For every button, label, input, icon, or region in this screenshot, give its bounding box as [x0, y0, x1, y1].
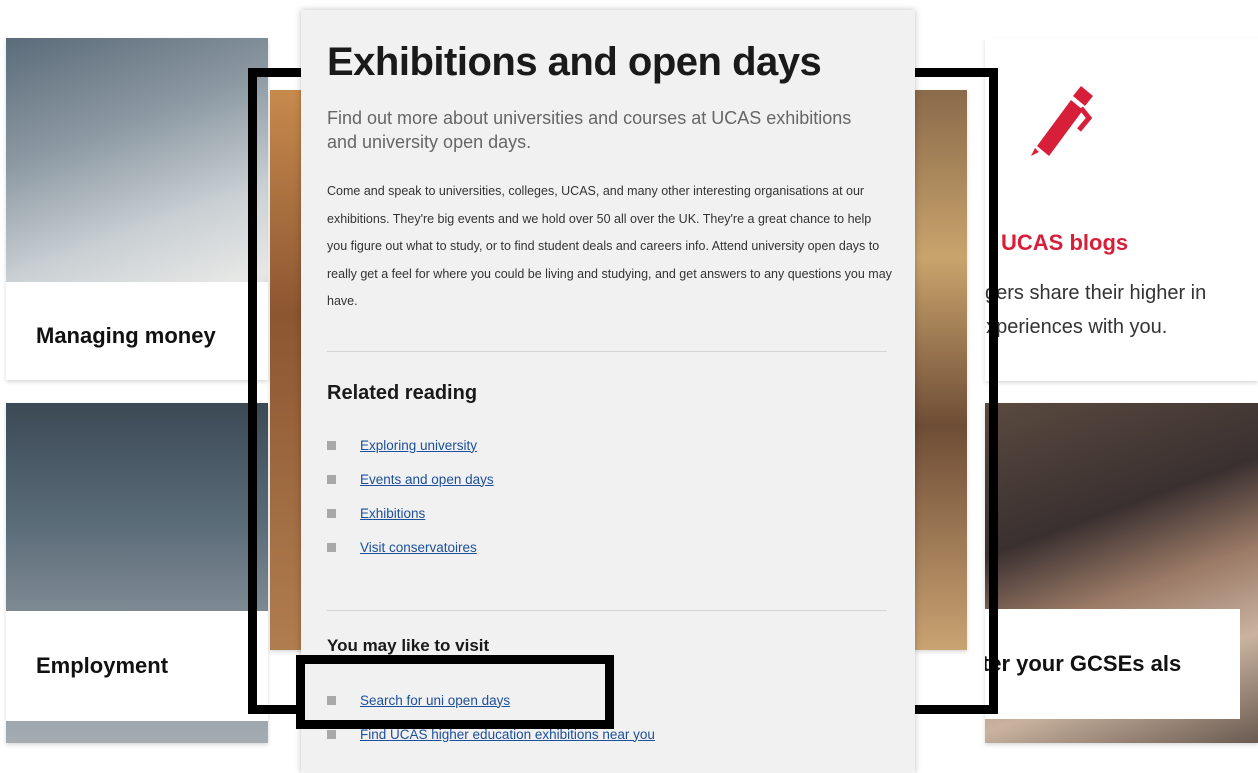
divider: [327, 351, 887, 352]
panel-title: Exhibitions and open days: [327, 40, 822, 84]
list-item: Find UCAS higher education exhibitions n…: [327, 717, 655, 751]
ucas-blogs-card[interactable]: UCAS blogs xgers share their higher in e…: [985, 38, 1258, 381]
square-bullet-icon: [327, 729, 336, 739]
visit-list: Search for uni open days Find UCAS highe…: [327, 683, 655, 751]
after-gcses-card[interactable]: :after your GCSEs als: [985, 403, 1258, 743]
employment-card[interactable]: Employment: [6, 403, 268, 743]
managing-money-label-box: Managing money: [6, 282, 268, 380]
link-exploring-university[interactable]: Exploring university: [360, 438, 477, 453]
square-bullet-icon: [327, 542, 336, 552]
ucas-blogs-title: UCAS blogs: [1001, 230, 1129, 255]
list-item: Events and open days: [327, 462, 494, 496]
link-visit-conservatoires[interactable]: Visit conservatoires: [360, 540, 477, 555]
managing-money-label: Managing money: [36, 323, 216, 348]
employment-label-box: Employment: [6, 611, 268, 721]
square-bullet-icon: [327, 474, 336, 484]
link-events-and-open-days[interactable]: Events and open days: [360, 472, 494, 487]
related-reading-list: Exploring university Events and open day…: [327, 428, 494, 564]
link-exhibitions[interactable]: Exhibitions: [360, 506, 425, 521]
list-item: Exhibitions: [327, 496, 494, 530]
ucas-blogs-description: xgers share their higher in experiences …: [985, 282, 1207, 338]
right-card-photo: [915, 90, 967, 650]
list-item: Exploring university: [327, 428, 494, 462]
panel-subtitle: Find out more about universities and cou…: [327, 108, 852, 152]
gcse-label-box: :after your GCSEs als: [985, 609, 1240, 719]
link-search-uni-open-days[interactable]: Search for uni open days: [360, 693, 510, 708]
you-may-like-heading: You may like to visit: [327, 636, 490, 655]
pen-icon: [1031, 86, 1093, 156]
list-item: Search for uni open days: [327, 683, 655, 717]
employment-label: Employment: [36, 653, 169, 678]
right-photo: [915, 90, 967, 650]
square-bullet-icon: [327, 695, 336, 705]
list-item: Visit conservatoires: [327, 530, 494, 564]
exhibitions-panel: Exhibitions and open days Find out more …: [301, 10, 915, 773]
link-find-exhibitions-near-you[interactable]: Find UCAS higher education exhibitions n…: [360, 727, 655, 742]
divider: [327, 610, 887, 611]
panel-body-text: Come and speak to universities, colleges…: [327, 184, 892, 308]
square-bullet-icon: [327, 440, 336, 450]
managing-money-card[interactable]: Managing money: [6, 38, 268, 380]
gcse-label: :after your GCSEs als: [985, 651, 1182, 676]
square-bullet-icon: [327, 508, 336, 518]
related-reading-heading: Related reading: [327, 382, 478, 404]
